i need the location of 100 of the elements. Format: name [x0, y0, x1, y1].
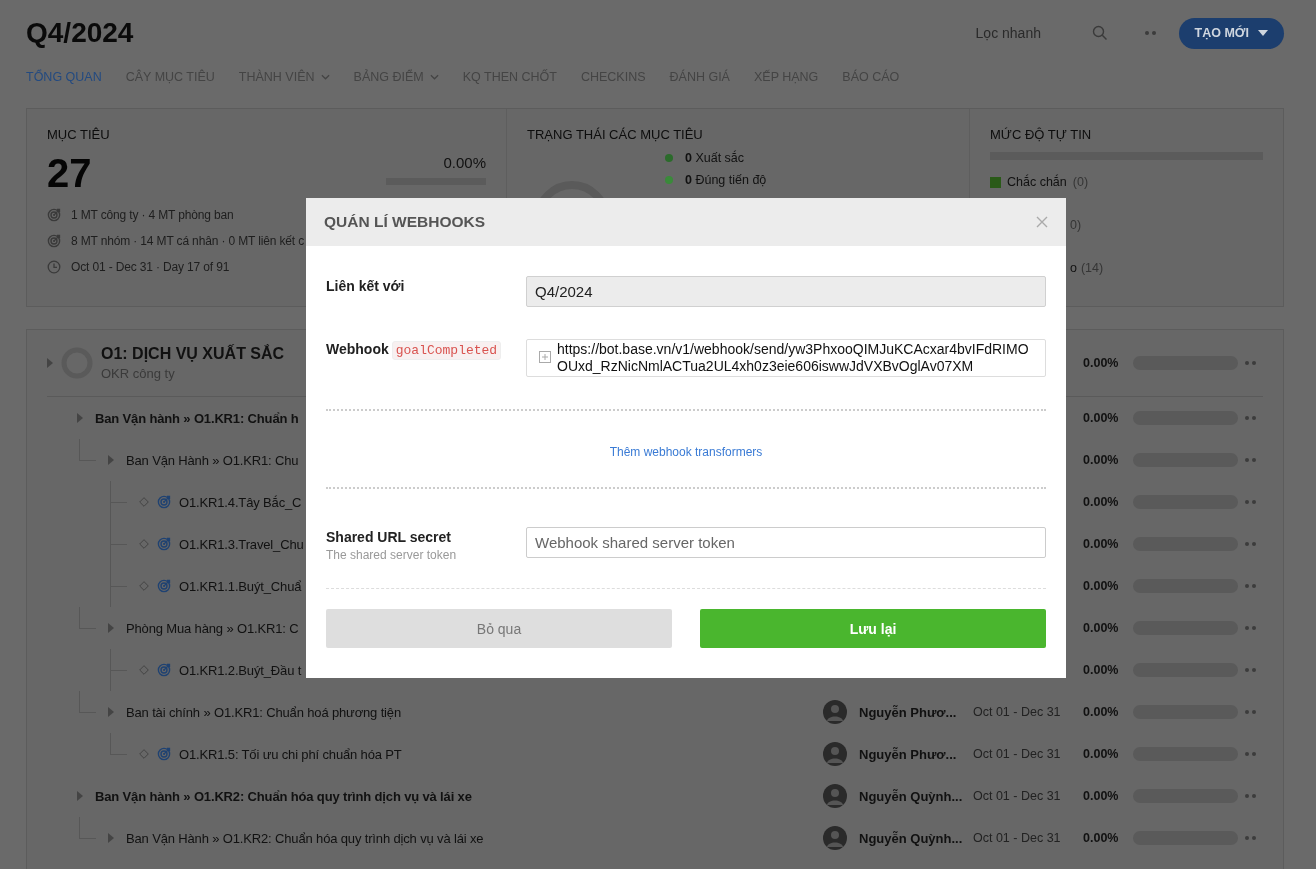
percent-value: 0.00% — [1083, 705, 1120, 719]
key-result-title[interactable]: O1.KR1.5: Tối ưu chi phí chuẩn hóa PT — [179, 746, 402, 762]
owner-name: Nguyễn Quỳnh... — [859, 830, 964, 846]
caret-right-icon — [108, 455, 114, 465]
percent-value: 0.00% — [1083, 747, 1120, 761]
stat-text: 8 MT nhóm · 14 MT cá nhân · 0 MT liên kết c — [71, 234, 304, 248]
dialog-title: QUÁN LÍ WEBHOOKS — [324, 213, 486, 231]
clock-icon — [47, 260, 61, 274]
caret-right-icon — [108, 707, 114, 717]
percent-value: 0.00% — [1083, 579, 1120, 593]
date-range: Oct 01 - Dec 31 — [973, 747, 1062, 761]
percent-value: 0.00% — [1083, 411, 1120, 425]
more-icon — [1244, 457, 1257, 463]
more-icon — [1244, 499, 1257, 505]
percent-value: 0.00% — [1083, 621, 1120, 635]
secret-field[interactable]: Webhook shared server token — [526, 527, 1046, 558]
avatar — [823, 826, 847, 850]
more-icon — [1244, 541, 1257, 547]
owner-name: Nguyễn Quỳnh... — [859, 788, 964, 804]
date-range: Oct 01 - Dec 31 — [973, 831, 1062, 845]
more-icon — [1244, 360, 1257, 366]
caret-right-icon — [77, 791, 83, 801]
target-icon — [47, 208, 61, 222]
percent-value: 0.00% — [1083, 537, 1120, 551]
field-label: Liên kết với — [326, 278, 405, 294]
percent-value: 0.00% — [1083, 663, 1120, 677]
save-button[interactable]: Lưu lại — [700, 609, 1046, 648]
legend-label: Chắc chắn — [1007, 175, 1067, 189]
key-result-title[interactable]: Ban Vận Hành » O1.KR1: Chu — [126, 452, 299, 468]
readonly-field[interactable]: Q4/2024 — [526, 276, 1046, 307]
percent-value: 0.00% — [1083, 453, 1120, 467]
caret-right-icon — [108, 833, 114, 843]
field-label: Shared URL secret — [326, 529, 452, 545]
close-button[interactable] — [1036, 216, 1048, 228]
date-range: Oct 01 - Dec 31 — [973, 705, 1062, 719]
key-result-title[interactable]: O1.KR1.2.Buýt_Đầu t — [179, 662, 302, 678]
webhook-url-field[interactable]: https://bot.base.vn/v1/webhook/send/yw3PhxooQIMJuKCAcxar4bvIFdRIMOOUxd_RzNicNmlACTua2UL4xh0z3eie606iswwJdVXBvOglAv07XM — [526, 339, 1046, 377]
legend-label: 0 Đúng tiến độ — [685, 173, 767, 187]
field-label: Webhook — [326, 341, 389, 357]
section-heading: MỨC ĐỘ TỰ TIN — [990, 127, 1093, 142]
target-icon — [157, 495, 171, 509]
search-icon — [1091, 25, 1108, 41]
more-icon — [1244, 709, 1257, 715]
percent-value: 0.00% — [1083, 495, 1120, 509]
key-result-title[interactable]: Phòng Mua hàng » O1.KR1: C — [126, 620, 299, 636]
page-title: Q4/2024 — [26, 17, 135, 49]
key-result-title[interactable]: Ban Vận hành » O1.KR2: Chuẩn hóa quy trình dịch vụ và lái xe — [95, 788, 472, 804]
section-heading: TRẠNG THÁI CÁC MỤC TIÊU — [527, 127, 704, 142]
caret-right-icon — [108, 623, 114, 633]
more-icon — [1244, 583, 1257, 589]
cancel-button[interactable]: Bỏ qua — [326, 609, 672, 648]
owner-name: Nguyễn Phươ... — [859, 746, 958, 762]
owner-name: Nguyễn Phươ... — [859, 704, 958, 720]
caret-right-icon — [77, 413, 83, 423]
objective-count: 27 — [47, 150, 92, 196]
avatar — [823, 784, 847, 808]
percent-value: 0.00% — [1083, 789, 1120, 803]
key-result-title[interactable]: Ban Vận Hành » O1.KR2: Chuẩn hóa quy trình dịch vụ và lái xe — [126, 830, 484, 846]
more-icon — [1244, 835, 1257, 841]
legend-label: 0 Xuất sắc — [685, 151, 745, 165]
more-icon — [1244, 415, 1257, 421]
date-range: Oct 01 - Dec 31 — [973, 789, 1062, 803]
caret-right-icon — [47, 358, 53, 368]
section-heading: MỤC TIÊU — [47, 127, 111, 142]
objective-title[interactable]: O1: DỊCH VỤ XUẤT SẮC — [101, 345, 285, 363]
event-tag: goalCompleted — [391, 341, 502, 360]
diamond-icon — [139, 665, 149, 675]
key-result-title[interactable]: O1.KR1.4.Tây Bắc_C — [179, 494, 302, 510]
avatar — [823, 742, 847, 766]
diamond-icon — [139, 749, 149, 759]
diamond-icon — [139, 581, 149, 591]
create-button[interactable]: TẠO MỚI — [1178, 17, 1284, 49]
key-result-title[interactable]: O1.KR1.1.Buýt_Chuẩ — [179, 578, 302, 594]
key-result-title[interactable]: O1.KR1.3.Travel_Chu — [179, 536, 304, 552]
more-icon — [1244, 625, 1257, 631]
target-icon — [157, 537, 171, 551]
legend-label: o — [1070, 261, 1077, 275]
stat-text: Oct 01 - Dec 31 · Day 17 of 91 — [71, 260, 230, 274]
target-icon — [47, 234, 61, 248]
key-result-title[interactable]: Ban tài chính » O1.KR1: Chuẩn hoá phương tiện — [126, 704, 401, 720]
quick-filter-field[interactable]: Lọc nhanh — [973, 24, 1074, 42]
key-result-title[interactable]: Ban Vận hành » O1.KR1: Chuẩn h — [95, 410, 299, 426]
more-icon — [1244, 751, 1257, 757]
add-transformers-link[interactable]: Thêm webhook transformers — [609, 445, 763, 459]
expand-icon — [539, 351, 551, 363]
more-icon — [1244, 793, 1257, 799]
percent-value: 0.00% — [1083, 356, 1120, 370]
caret-down-icon — [1258, 30, 1268, 36]
target-icon — [157, 579, 171, 593]
percent-value: 0.00% — [443, 154, 486, 171]
more-icon — [1244, 667, 1257, 673]
avatar — [823, 700, 847, 724]
more-icon — [1143, 30, 1157, 36]
target-icon — [157, 663, 171, 677]
percent-value: 0.00% — [1083, 831, 1120, 845]
target-icon — [157, 747, 171, 761]
field-hint: The shared server token — [326, 548, 457, 562]
close-icon — [1036, 216, 1048, 228]
diamond-icon — [139, 539, 149, 549]
stat-text: 1 MT công ty · 4 MT phòng ban — [71, 208, 234, 222]
